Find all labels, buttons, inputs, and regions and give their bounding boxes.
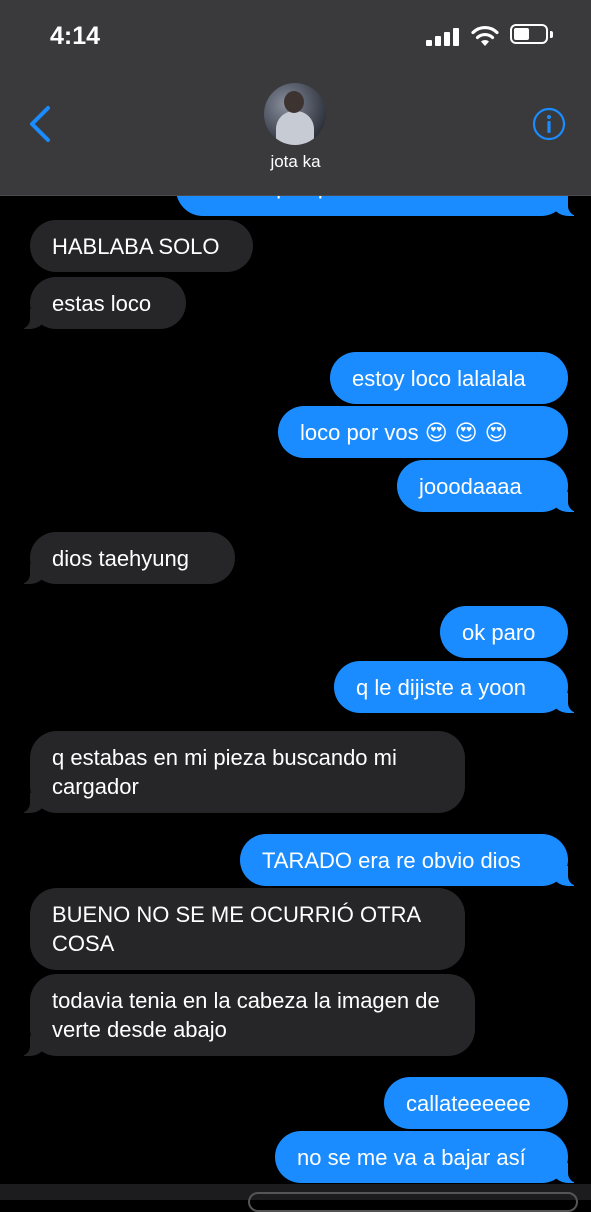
- message-outgoing[interactable]: ok paro: [440, 606, 568, 658]
- message-outgoing[interactable]: TARADO era re obvio dios: [240, 834, 582, 886]
- message-outgoing[interactable]: estoy loco lalalala: [330, 352, 568, 404]
- conversation-header: 4:14 jota ka: [0, 0, 591, 196]
- message-text: q le dijiste a yoon: [356, 675, 526, 700]
- message-outgoing[interactable]: jooodaaaa: [397, 460, 582, 512]
- message-text: TARADO era re obvio dios: [262, 848, 521, 873]
- back-chevron-icon[interactable]: [26, 104, 56, 144]
- message-text: ok paro: [462, 620, 536, 645]
- wifi-icon: [471, 25, 499, 46]
- message-input[interactable]: [248, 1192, 578, 1212]
- cellular-signal-icon: [426, 28, 460, 46]
- message-text: dios taehyung: [52, 546, 189, 571]
- message-incoming[interactable]: q estabas en mi pieza buscando mi cargad…: [16, 731, 465, 813]
- message-text: BUENO NO SE ME OCURRIÓ OTRA COSA: [52, 902, 420, 956]
- heart-eyes-emoji-icon: 😍 😍 😍: [424, 421, 508, 446]
- message-incoming[interactable]: HABLABA SOLO: [30, 220, 253, 272]
- message-text: HABLABA SOLO: [52, 234, 220, 259]
- message-outgoing[interactable]: loco por vos 😍 😍 😍: [278, 406, 568, 458]
- message-text: estas loco: [52, 291, 152, 316]
- message-incoming[interactable]: estas loco: [16, 277, 186, 329]
- message-text: estoy loco lalalala: [352, 366, 526, 391]
- message-outgoing[interactable]: q le dijiste a yoon: [334, 661, 582, 713]
- message-incoming[interactable]: dios taehyung: [16, 532, 235, 584]
- message-text: jooodaaaa: [419, 474, 522, 499]
- message-text: callateeeeee: [406, 1091, 531, 1116]
- message-text: q estabas en mi pieza buscando mi cargad…: [52, 745, 397, 799]
- contact-avatar[interactable]: [264, 83, 326, 145]
- message-outgoing[interactable]: no se me va a bajar así: [275, 1131, 582, 1183]
- message-incoming[interactable]: todavia tenia en la cabeza la imagen de …: [16, 974, 475, 1056]
- message-outgoing[interactable]: callateeeeee: [384, 1077, 568, 1129]
- message-incoming[interactable]: BUENO NO SE ME OCURRIÓ OTRA COSA: [30, 888, 465, 970]
- battery-icon: [510, 24, 554, 46]
- message-text: loco por vos 😍 😍 😍: [300, 420, 508, 446]
- contact-name[interactable]: jota ka: [0, 152, 591, 172]
- message-text: todavia tenia en la cabeza la imagen de …: [52, 988, 440, 1042]
- message-text: no se me va a bajar así: [297, 1145, 526, 1170]
- info-icon[interactable]: [532, 107, 566, 141]
- status-time: 4:14: [50, 22, 101, 50]
